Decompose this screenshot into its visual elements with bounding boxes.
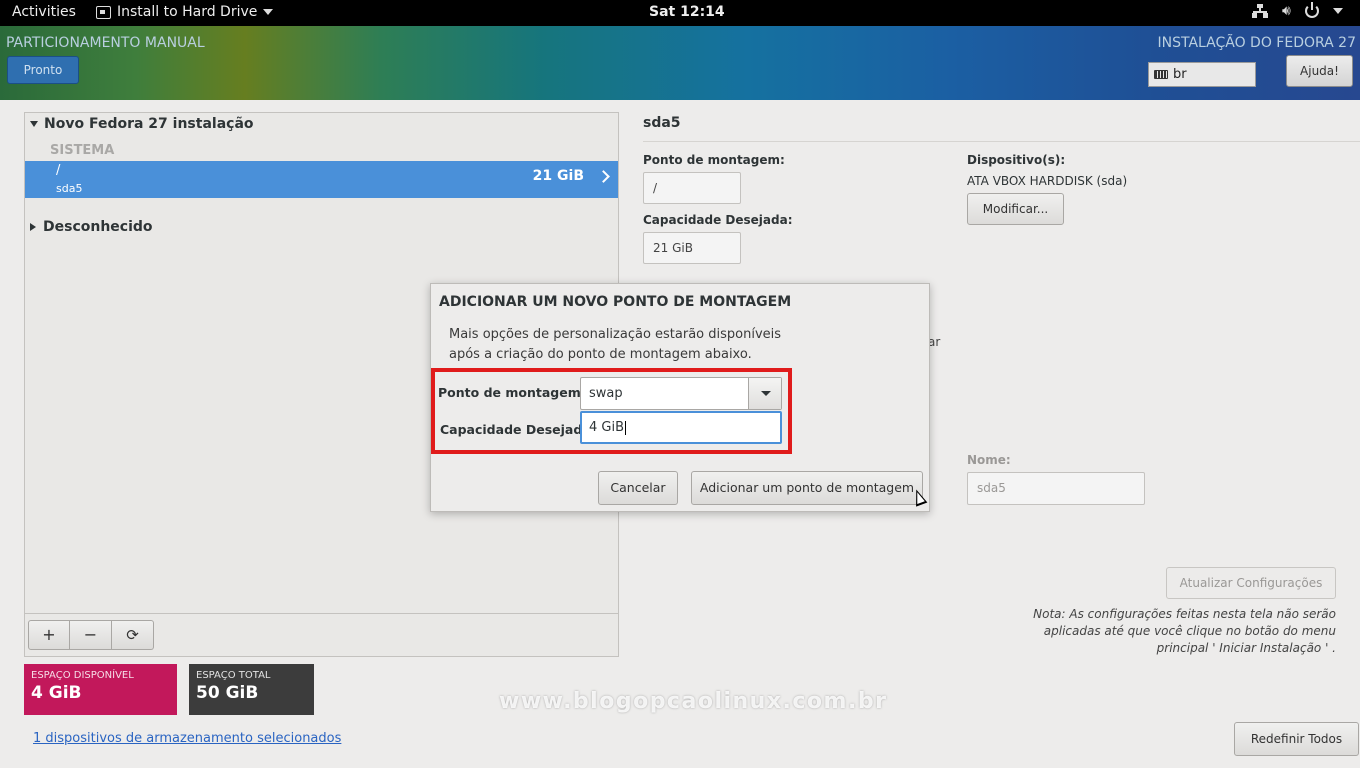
reset-all-button[interactable]: Redefinir Todos [1234,722,1359,756]
mount-point-label: Ponto de montagem: [643,153,785,167]
refresh-button[interactable]: ⟳ [112,620,154,650]
chevron-down-icon [1332,8,1343,14]
name-field[interactable]: sda5 [967,472,1145,505]
top-bar: Activities Install to Hard Drive Sat 12:… [0,0,1360,26]
devices-label: Dispositivo(s): [967,153,1066,167]
cancel-button[interactable]: Cancelar [598,471,678,505]
details-title: sda5 [643,115,681,131]
done-button[interactable]: Pronto [7,56,79,84]
row-mount-point: / [56,163,61,178]
mount-point-row-selected[interactable]: / sda5 21 GiB [25,161,618,198]
expander-right-icon [30,223,36,231]
watermark: www.blogopcaolinux.com.br [499,689,888,714]
power-icon [1304,2,1319,18]
group-unknown[interactable]: Desconhecido [30,219,153,235]
system-menu[interactable]: 🔊︎ [1252,2,1343,19]
capacity-field[interactable]: 21 GiB [643,232,741,264]
installer-icon [96,5,111,19]
available-space-value: 4 GiB [31,683,82,703]
chevron-down-icon [761,391,771,396]
keyboard-layout-indicator[interactable]: br [1148,62,1256,87]
volume-icon: 🔊︎ [1282,3,1291,19]
divider [643,141,1360,142]
device-name: ATA VBOX HARDDISK (sda) [967,174,1128,188]
clock[interactable]: Sat 12:14 [649,4,725,20]
note-text: Nota: As configurações feitas nesta tela… [1033,607,1336,655]
capacity-input[interactable]: 4 GiB [580,411,782,444]
page-title: PARTICIONAMENTO MANUAL [6,35,205,51]
add-mount-point-dialog: ADICIONAR UM NOVO PONTO DE MONTAGEM Mais… [430,283,930,512]
update-settings-button[interactable]: Atualizar Configurações [1166,567,1336,599]
storage-devices-link[interactable]: 1 dispositivos de armazenamento selecion… [33,731,341,746]
keyboard-icon [1154,70,1168,79]
chevron-right-icon [597,170,610,183]
header-banner: PARTICIONAMENTO MANUAL Pronto INSTALAÇÃO… [0,26,1360,100]
dialog-title: ADICIONAR UM NOVO PONTO DE MONTAGEM [439,294,792,310]
activities-button[interactable]: Activities [12,4,76,20]
available-space-label: ESPAÇO DISPONÍVEL [31,670,134,681]
dialog-capacity-label: Capacidade Desejada: [440,422,596,437]
dropdown-button[interactable] [748,378,781,409]
available-space-box: ESPAÇO DISPONÍVEL 4 GiB [24,664,177,715]
add-mount-point-button[interactable]: + [28,620,70,650]
row-device: sda5 [56,182,83,195]
name-label: Nome: [967,453,1011,467]
group-title: Novo Fedora 27 instalação [44,116,254,132]
chevron-down-icon [263,9,274,15]
mount-point-field[interactable]: / [643,172,741,204]
section-label: SISTEMA [50,143,115,158]
app-menu-label: Install to Hard Drive [117,4,258,20]
network-icon [1252,4,1268,18]
text-cursor [625,420,627,435]
list-toolbar: + − ⟳ [25,613,618,656]
help-button[interactable]: Ajuda! [1286,55,1353,87]
app-menu[interactable]: Install to Hard Drive [96,4,274,20]
capacity-label: Capacidade Desejada: [643,213,793,227]
mount-point-value: swap [589,386,623,401]
group-new-installation[interactable]: Novo Fedora 27 instalação [30,116,254,132]
total-space-value: 50 GiB [196,683,259,703]
capacity-input-value: 4 GiB [589,420,625,435]
remove-mount-point-button[interactable]: − [70,620,112,650]
dialog-mount-point-label: Ponto de montagem [438,385,581,400]
keyboard-layout-label: br [1173,67,1187,82]
dialog-description: Mais opções de personalização estarão di… [449,327,782,362]
product-title: INSTALAÇÃO DO FEDORA 27 [1157,35,1356,51]
row-size: 21 GiB [532,168,584,184]
group-title: Desconhecido [43,219,153,235]
add-mount-point-confirm-button[interactable]: Adicionar um ponto de montagem [691,471,923,505]
mount-point-combobox[interactable]: swap [580,377,782,410]
total-space-box: ESPAÇO TOTAL 50 GiB [189,664,314,715]
expander-down-icon [30,121,38,127]
modify-button[interactable]: Modificar... [967,193,1064,225]
total-space-label: ESPAÇO TOTAL [196,670,271,681]
